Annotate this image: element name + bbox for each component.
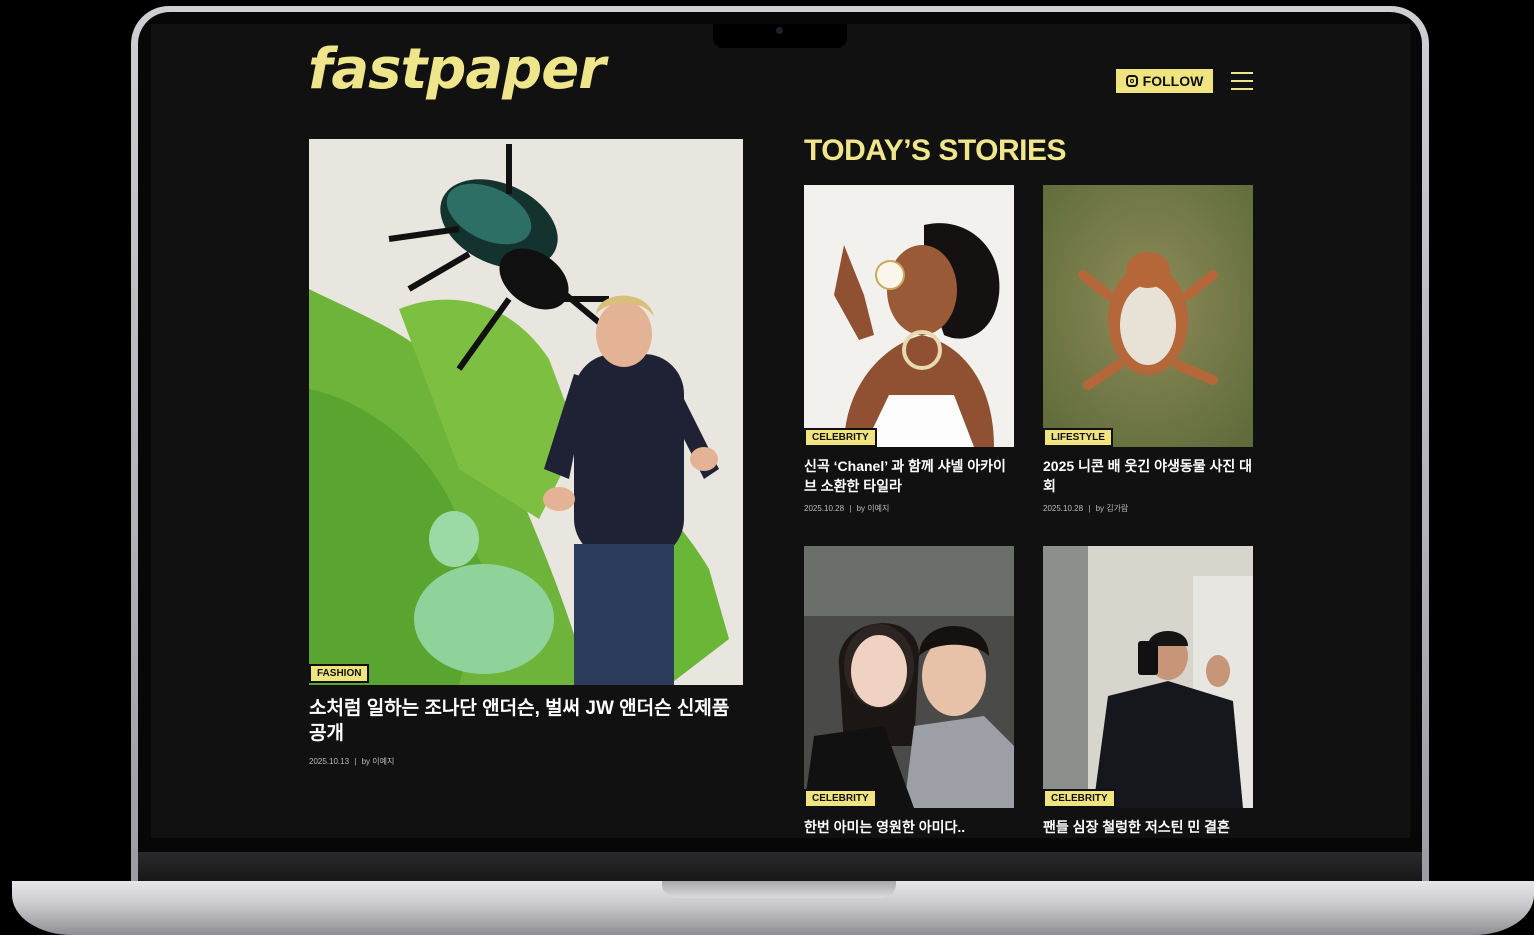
laptop-screen: fastpaper FOLLOW FASHION 소처럼 일하는 조나단 앤더슨… xyxy=(151,24,1410,838)
story-title[interactable]: 한번 아미는 영원한 아미다.. xyxy=(804,817,1014,837)
section-title: TODAY’S STORIES xyxy=(804,134,1067,167)
story-meta: 2025.10.28 | by 이예지 xyxy=(804,504,890,513)
hero-story-image[interactable] xyxy=(309,139,743,685)
story-author: by 이예지 xyxy=(856,504,890,513)
story-image-squirrel[interactable] xyxy=(1043,185,1253,447)
camera-notch xyxy=(713,24,847,48)
site-logo[interactable]: fastpaper xyxy=(308,42,606,98)
hero-story-title[interactable]: 소처럼 일하는 조나단 앤더슨, 벌써 JW 앤더슨 신제품 공개 xyxy=(309,696,749,746)
laptop-opening-groove xyxy=(662,881,896,898)
story-title[interactable]: 2025 니콘 배 웃긴 야생동물 사진 대회 xyxy=(1043,456,1253,496)
story-image-selfie[interactable] xyxy=(804,546,1014,808)
hamburger-menu-icon[interactable] xyxy=(1231,70,1253,92)
instagram-follow-button[interactable]: FOLLOW xyxy=(1116,69,1213,93)
story-date: 2025.10.28 xyxy=(804,504,845,513)
story-title[interactable]: 팬들 심장 철렁한 저스틴 민 결혼 xyxy=(1043,817,1253,837)
hero-story-date: 2025.10.13 xyxy=(309,757,350,766)
instagram-icon xyxy=(1125,75,1138,87)
story-category-tag[interactable]: CELEBRITY xyxy=(804,428,877,447)
camera-icon xyxy=(776,27,783,34)
story-title[interactable]: 신곡 ‘Chanel’ 과 함께 샤넬 아카이브 소환한 타일라 xyxy=(804,456,1014,496)
laptop-chin xyxy=(138,852,1422,884)
story-meta: 2025.10.28 | by 김가람 xyxy=(1043,504,1129,513)
story-image-tyla[interactable] xyxy=(804,185,1014,447)
story-category-tag[interactable]: LIFESTYLE xyxy=(1043,428,1113,447)
hero-story-meta: 2025.10.13 | by 이예지 xyxy=(309,757,395,766)
story-date: 2025.10.28 xyxy=(1043,504,1084,513)
story-image-mirror-selfie[interactable] xyxy=(1043,546,1253,808)
follow-label: FOLLOW xyxy=(1142,73,1204,89)
hero-category-tag[interactable]: FASHION xyxy=(309,664,370,683)
story-category-tag[interactable]: CELEBRITY xyxy=(804,789,877,808)
hero-story-author: by 이예지 xyxy=(361,757,395,766)
story-author: by 김가람 xyxy=(1095,504,1129,513)
story-category-tag[interactable]: CELEBRITY xyxy=(1043,789,1116,808)
